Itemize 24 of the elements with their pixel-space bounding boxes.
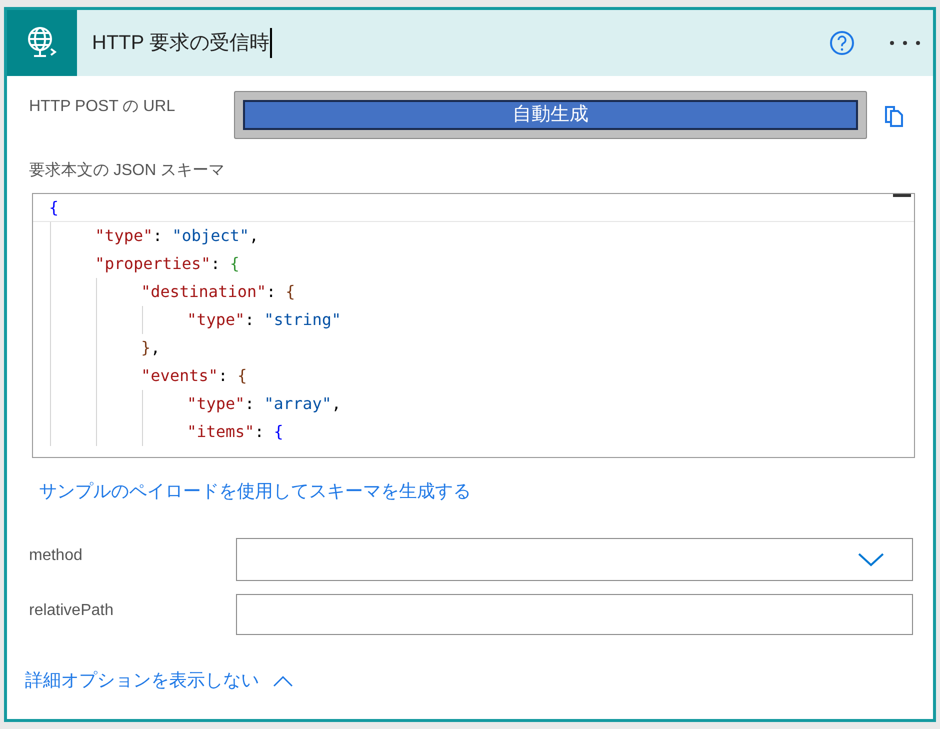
code-line: "type": "object", bbox=[95, 225, 259, 247]
help-icon[interactable] bbox=[829, 30, 855, 56]
card-title[interactable]: HTTP 要求の受信時 bbox=[92, 28, 272, 58]
field-label: HTTP POST の URL bbox=[29, 97, 176, 117]
field-label: relativePath bbox=[29, 600, 114, 620]
code-editor[interactable]: { "type": "object", "properties": { "destination": { "type": "string" }, "events": { "type": "array", "items": { bbox=[32, 193, 915, 458]
copy-icon[interactable] bbox=[883, 104, 905, 128]
more-options-icon[interactable] bbox=[889, 40, 921, 46]
code-line: "properties": { bbox=[95, 253, 240, 275]
field-label: method bbox=[29, 546, 84, 566]
code-line: "items": { bbox=[187, 421, 284, 443]
input-field[interactable] bbox=[236, 594, 913, 635]
code-line: "type": "array", bbox=[187, 393, 342, 415]
toggle-options-link[interactable]: 詳細オプションを表示しない bbox=[25, 667, 293, 694]
code-line: "events": { bbox=[141, 365, 247, 387]
code-line: "destination": { bbox=[141, 281, 296, 303]
method-dropdown[interactable] bbox=[236, 538, 913, 581]
field-label: 要求本文の JSON スキーマ bbox=[29, 160, 226, 181]
chevron-down-icon bbox=[858, 552, 884, 566]
generate-schema-link[interactable]: サンプルのペイロードを使用してスキーマを生成する bbox=[39, 478, 471, 505]
code-line: }, bbox=[141, 337, 160, 359]
code-line: { bbox=[49, 197, 59, 219]
url-value: 自動生成 bbox=[243, 100, 858, 130]
code-line: "type": "string" bbox=[187, 309, 342, 331]
